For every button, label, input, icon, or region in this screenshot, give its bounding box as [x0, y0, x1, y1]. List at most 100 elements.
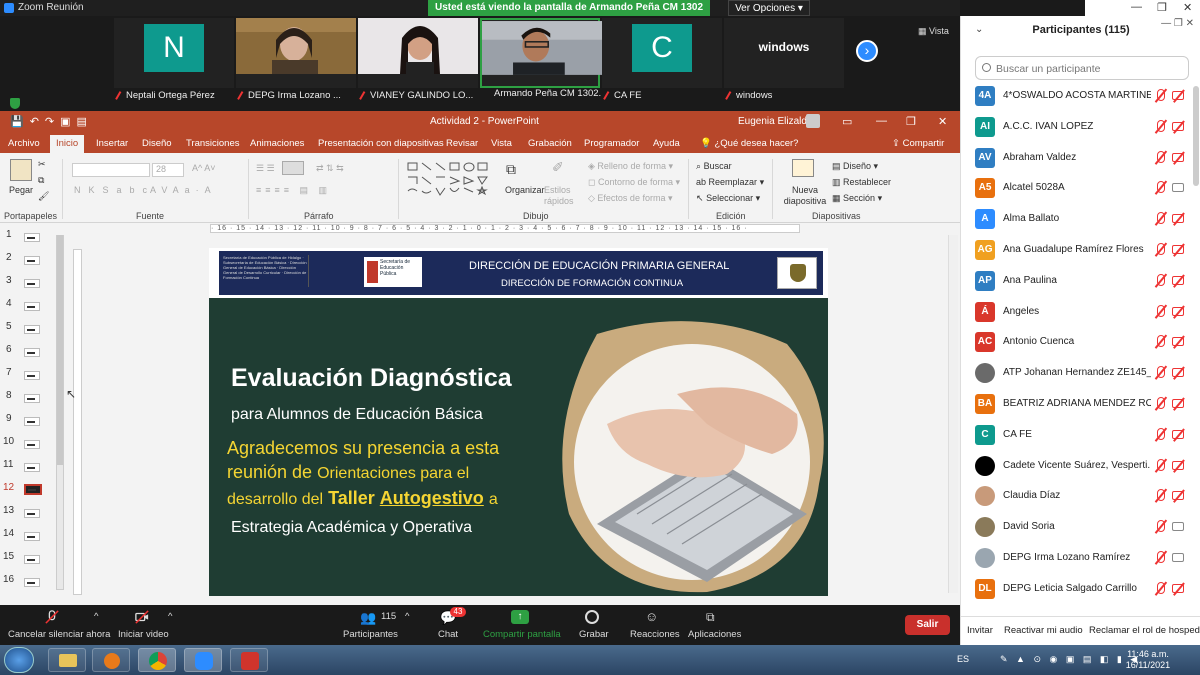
slide-number[interactable]: 6	[6, 344, 12, 355]
share-button[interactable]: ⇪ Compartir	[892, 138, 944, 149]
participant-row[interactable]: AI A.C.C. IVAN LOPEZ	[961, 113, 1193, 144]
participant-row[interactable]: A5 Alcatel 5028A	[961, 174, 1193, 205]
video-thumbnail[interactable]: windows windows	[724, 18, 844, 102]
slide-thumbnail[interactable]	[24, 394, 40, 403]
panel-window-controls[interactable]: — ❐ ✕	[1161, 18, 1194, 29]
video-on-icon[interactable]	[1172, 522, 1184, 532]
participant-row[interactable]: David Soria	[961, 513, 1193, 544]
slide-thumbnail[interactable]	[24, 348, 40, 357]
tab-grabacion[interactable]: Grabación	[528, 138, 572, 149]
minimize-icon[interactable]: —	[1131, 1, 1142, 13]
share-screen-button[interactable]: Compartir pantalla	[483, 629, 561, 640]
tab-insertar[interactable]: Insertar	[96, 138, 128, 149]
muted-mic-icon[interactable]	[1157, 397, 1165, 409]
participant-row[interactable]: AP Ana Paulina	[961, 267, 1193, 298]
muted-mic-icon[interactable]	[1157, 150, 1165, 163]
system-clock[interactable]: 11:46 a.m. 16/11/2021	[1118, 649, 1178, 671]
video-off-icon[interactable]	[1172, 306, 1184, 316]
video-thumbnail[interactable]: Armando Peña CM 1302...	[480, 18, 602, 99]
video-options-chevron[interactable]: ^	[168, 611, 172, 622]
slide-number[interactable]: 15	[3, 551, 14, 562]
close-icon[interactable]: ✕	[1183, 1, 1192, 14]
slide-thumbnail[interactable]	[24, 279, 40, 288]
find-button[interactable]: ⌕ Buscar	[696, 161, 732, 172]
font-size-select[interactable]: 28	[152, 163, 184, 177]
tab-diseno[interactable]: Diseño	[142, 138, 172, 149]
font-grow-icon[interactable]: A^ A˅	[192, 163, 216, 173]
restore-icon[interactable]: ❐	[906, 115, 916, 128]
font-case-buttons[interactable]: AVAa·A	[150, 185, 217, 195]
tab-ayuda[interactable]: Ayuda	[653, 138, 680, 149]
video-on-icon[interactable]	[1172, 183, 1184, 193]
slide-thumbnail[interactable]	[24, 555, 40, 564]
apps-button[interactable]: Aplicaciones	[688, 629, 741, 640]
shape-fill-button[interactable]: ◈ Relleno de forma ▾	[588, 161, 673, 172]
unmute-button[interactable]: Cancelar silenciar ahora	[8, 629, 110, 640]
tab-programador[interactable]: Programador	[584, 138, 639, 149]
slide-number[interactable]: 10	[3, 436, 14, 447]
muted-mic-icon[interactable]	[1157, 273, 1165, 286]
tab-presentacion[interactable]: Presentación con diapositivas	[318, 138, 444, 149]
align-buttons[interactable]: ≡≡≡≡ ▤ ▥	[256, 185, 331, 196]
slide-number[interactable]: 11	[3, 459, 13, 470]
slide-thumbnail[interactable]	[24, 440, 40, 449]
slide-thumbnail[interactable]	[24, 417, 40, 426]
media-player-icon[interactable]	[92, 648, 130, 672]
muted-mic-icon[interactable]	[1157, 119, 1165, 132]
slide-thumbnail[interactable]	[24, 256, 40, 265]
participant-row[interactable]: Á Ángeles	[961, 298, 1193, 329]
invite-button[interactable]: Invitar	[967, 625, 993, 636]
unmute-me-button[interactable]: Reactivar mi audio	[1004, 625, 1083, 636]
muted-mic-icon[interactable]	[1157, 427, 1165, 440]
participant-row[interactable]: ATP Johanan Hernandez ZE145_...	[961, 359, 1193, 390]
tab-vista[interactable]: Vista	[491, 138, 512, 149]
muted-mic-icon[interactable]	[1157, 89, 1165, 101]
bullets-icon[interactable]: ☰ ☰	[256, 163, 275, 174]
replace-button[interactable]: ab Reemplazar ▾	[696, 177, 764, 188]
slide-number[interactable]: 14	[3, 528, 14, 539]
participant-search-input[interactable]: Buscar un participante	[975, 56, 1189, 80]
slide-thumbnail[interactable]	[24, 463, 40, 472]
section-button[interactable]: ▦ Sección ▾	[832, 193, 882, 204]
tell-me-search[interactable]: 💡 ¿Qué desea hacer?	[700, 138, 798, 149]
next-page-button[interactable]: ›	[856, 40, 878, 62]
format-painter-icon[interactable]: 🖌	[38, 191, 49, 202]
slide-thumbnail[interactable]	[24, 509, 40, 518]
video-off-icon[interactable]	[134, 610, 150, 624]
font-format-buttons[interactable]: NKSabc	[74, 185, 155, 195]
video-off-icon[interactable]	[1172, 121, 1184, 131]
slide-number[interactable]: 9	[6, 413, 12, 424]
video-off-icon[interactable]	[1172, 91, 1184, 100]
video-off-icon[interactable]	[1172, 399, 1184, 408]
reset-button[interactable]: ▥ Restablecer	[832, 177, 891, 188]
slide-canvas[interactable]: Secretaría de Educación Pública de Hidal…	[209, 248, 828, 596]
language-indicator[interactable]: ES	[957, 654, 969, 664]
reactions-button[interactable]: Reacciones	[630, 629, 680, 640]
muted-mic-icon[interactable]	[1157, 335, 1165, 348]
ribbon-display-icon[interactable]: ▭	[842, 115, 852, 128]
audio-options-chevron[interactable]: ^	[94, 611, 98, 622]
participants-chevron[interactable]: ^	[405, 611, 409, 622]
chat-button[interactable]: Chat	[438, 629, 458, 640]
video-off-icon[interactable]	[1172, 491, 1184, 501]
participant-row[interactable]: 4A 4*OSWALDO ACOSTA MARTINEZ	[961, 82, 1193, 113]
editor-scrollbar[interactable]	[948, 235, 958, 593]
file-explorer-icon[interactable]	[48, 648, 86, 672]
slide-thumbnail[interactable]	[24, 233, 40, 242]
video-off-icon[interactable]	[1172, 583, 1184, 593]
participant-row[interactable]: DL DEPG Leticia Salgado Carrillo	[961, 575, 1193, 606]
quick-styles-icon[interactable]: ✐	[552, 159, 564, 176]
muted-mic-icon[interactable]	[1157, 520, 1165, 533]
arrange-icon[interactable]: ⧉	[506, 161, 516, 178]
video-thumbnail[interactable]: N Neptali Ortega Pérez	[114, 18, 234, 102]
leave-button[interactable]: Salir	[905, 615, 950, 635]
participant-row[interactable]: AG Ana Guadalupe Ramírez Flores	[961, 236, 1193, 267]
slide-number[interactable]: 7	[6, 367, 12, 378]
tab-transiciones[interactable]: Transiciones	[186, 138, 240, 149]
muted-mic-icon[interactable]	[44, 610, 60, 624]
video-off-icon[interactable]	[1172, 368, 1184, 378]
tab-revisar[interactable]: Revisar	[446, 138, 478, 149]
acrobat-icon[interactable]	[230, 648, 268, 672]
slide-number[interactable]: 5	[6, 321, 12, 332]
slide-number[interactable]: 3	[6, 275, 12, 286]
